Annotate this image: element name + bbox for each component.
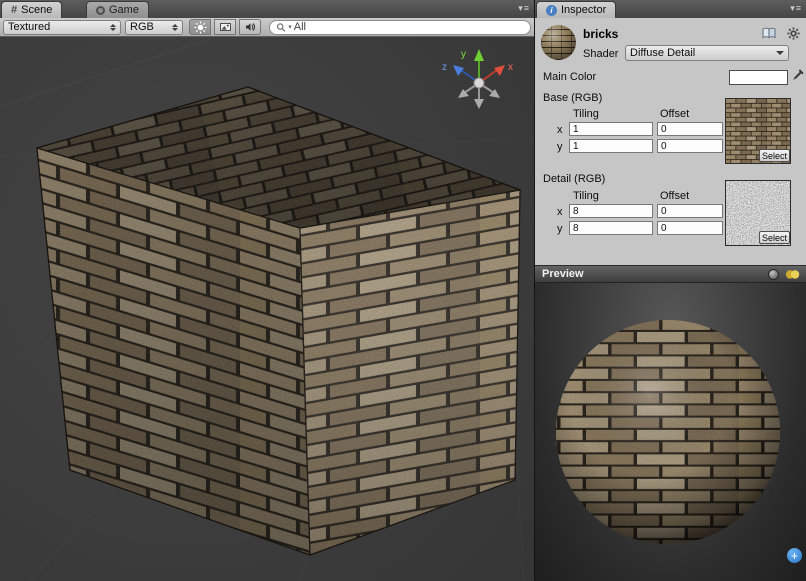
sun-icon [194,21,207,34]
channel-dropdown[interactable]: RGB [125,20,183,35]
tab-inspector-label: Inspector [561,4,606,16]
detail-offset-x-input[interactable] [657,204,723,218]
scene-tabstrip: # Scene Game ▾≡ [0,0,534,18]
material-preview-ball[interactable] [541,25,576,60]
axis-x-label: x [508,62,513,73]
render-mode-dropdown[interactable]: Textured [3,20,121,35]
preview-sphere-shading [556,320,780,544]
dropdown-arrows-icon [110,24,116,31]
help-icon[interactable] [762,27,776,42]
detail-tiling-y-input[interactable] [569,221,653,235]
inspector-icon: i [546,5,557,16]
scene-toolbar: Textured RGB [0,18,534,37]
tab-inspector[interactable]: i Inspector [536,1,616,18]
main-color-swatch[interactable] [729,70,788,85]
inspector-panel-menu-icon[interactable]: ▾≡ [790,3,802,14]
detail-select-button[interactable]: Select [759,231,790,244]
preview-area[interactable]: + [535,283,806,581]
gear-icon[interactable] [787,27,800,43]
base-tiling-y-input[interactable] [569,139,653,153]
shader-dropdown[interactable]: Diffuse Detail [625,45,789,61]
base-tiling-header: Tiling [573,108,599,120]
skybox-toggle-button[interactable] [214,19,236,35]
render-mode-value: Textured [8,21,106,33]
dropdown-arrows-icon [172,24,178,31]
base-tiling-x-input[interactable] [569,122,653,136]
tab-scene[interactable]: # Scene [1,1,62,18]
base-offset-y-input[interactable] [657,139,723,153]
search-icon [276,22,286,33]
base-y-label: y [557,141,563,153]
channel-value: RGB [130,21,168,33]
detail-offset-y-input[interactable] [657,221,723,235]
preview-header: Preview [535,265,806,283]
detail-x-label: x [557,206,563,218]
inspector-panel: i Inspector ▾≡ bricks Shader Diffuse Det… [534,0,806,581]
shader-value: Diffuse Detail [630,47,772,59]
tab-scene-label: Scene [21,4,52,16]
detail-section-label: Detail (RGB) [543,173,605,185]
preview-sphere-icon[interactable] [768,269,779,280]
chevron-down-icon [776,51,784,55]
eyedropper-icon[interactable] [792,68,805,85]
detail-offset-header: Offset [660,190,689,202]
lighting-toggle-button[interactable] [189,19,211,35]
scene-icon: # [11,4,17,16]
base-offset-x-input[interactable] [657,122,723,136]
speaker-icon [244,21,257,33]
preview-light-icon[interactable] [785,269,800,280]
game-icon [96,6,105,15]
base-section-label: Base (RGB) [543,92,602,104]
scene-panel: # Scene Game ▾≡ Textured RGB [0,0,534,581]
inspector-tabstrip: i Inspector ▾≡ [535,0,806,18]
image-icon [219,21,232,33]
axis-z-label: z [442,62,447,73]
scene-viewport[interactable]: y x z [0,37,534,581]
axis-y-label: y [461,49,466,60]
tab-game[interactable]: Game [86,1,149,18]
main-color-label: Main Color [543,71,596,83]
preview-title: Preview [542,268,762,280]
detail-tiling-header: Tiling [573,190,599,202]
base-select-button[interactable]: Select [759,149,790,162]
gizmo-center-ball[interactable] [474,78,484,88]
scene-search-input[interactable] [294,21,524,34]
detail-y-label: y [557,223,563,235]
shader-label: Shader [583,48,618,60]
detail-tiling-x-input[interactable] [569,204,653,218]
unity-editor-window: # Scene Game ▾≡ Textured RGB [0,0,806,581]
tab-game-label: Game [109,4,139,16]
material-name: bricks [583,27,618,41]
scene-search-box[interactable]: ▾ [269,20,531,35]
base-x-label: x [557,124,563,136]
search-caret-icon: ▾ [288,23,292,31]
audio-toggle-button[interactable] [239,19,261,35]
scene-panel-menu-icon[interactable]: ▾≡ [518,3,530,14]
preview-add-button[interactable]: + [787,548,802,563]
base-offset-header: Offset [660,108,689,120]
